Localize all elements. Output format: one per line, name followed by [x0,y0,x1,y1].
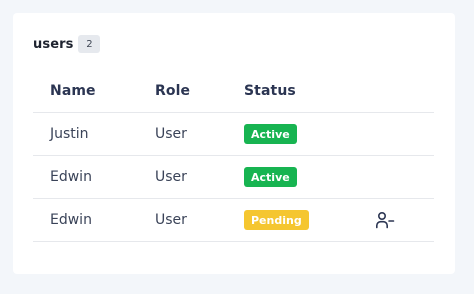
status-badge: Active [244,167,297,187]
card-header: users 2 [33,35,101,53]
column-header-status[interactable]: Status [244,69,296,112]
user-name: Edwin [50,169,92,185]
remove-user-icon [376,211,395,229]
column-header-role[interactable]: Role [155,69,190,112]
table-row[interactable]: Justin User Active [33,113,434,156]
user-role: User [155,169,187,185]
user-name: Edwin [50,212,92,228]
card-title: users [33,36,74,52]
user-role: User [155,212,187,228]
status-cell: Active [244,156,297,198]
user-role: User [155,126,187,142]
action-cell [373,199,397,241]
remove-user-button[interactable] [374,209,396,231]
user-name: Justin [50,126,89,142]
column-header-name[interactable]: Name [50,69,96,112]
status-cell: Active [244,113,297,155]
count-badge: 2 [78,35,101,53]
status-cell: Pending [244,199,309,241]
table-row[interactable]: Edwin User Active [33,156,434,199]
status-badge: Pending [244,210,309,230]
users-table: Name Role Status Justin User Active Edwi… [33,69,434,242]
users-card: users 2 Name Role Status Justin User Act… [13,13,455,274]
table-header-row: Name Role Status [33,69,434,113]
table-row[interactable]: Edwin User Pending [33,199,434,242]
status-badge: Active [244,124,297,144]
